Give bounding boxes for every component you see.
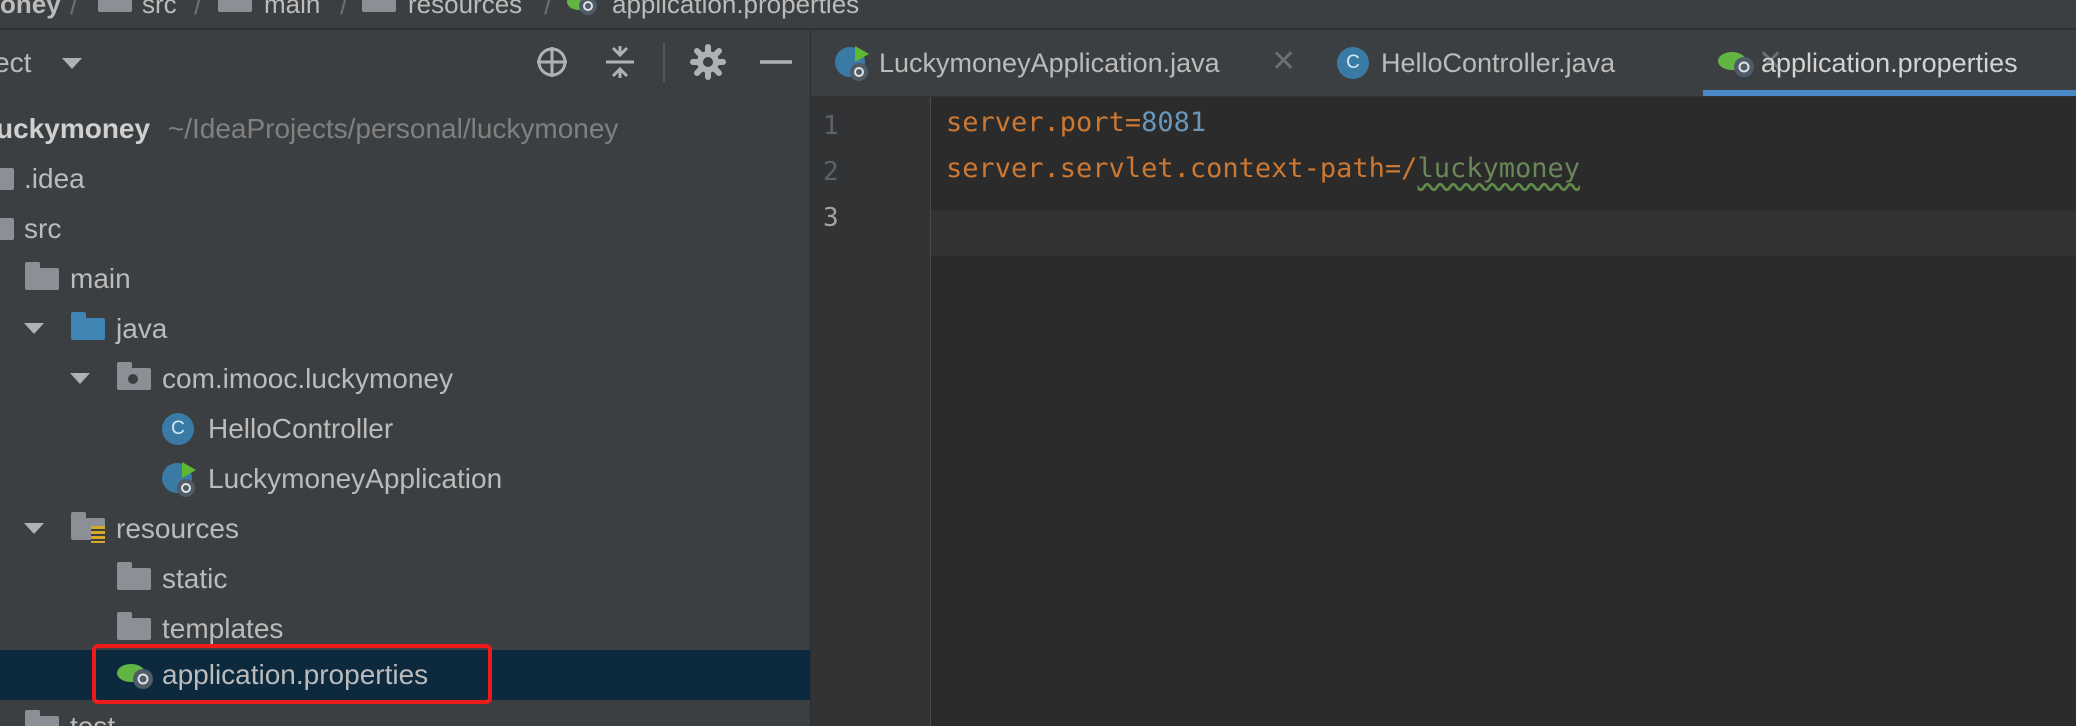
tab-application-properties[interactable]: application.properties xyxy=(1703,30,2076,96)
line-number: 1 xyxy=(823,111,839,141)
property-key: server.servlet.context-path xyxy=(946,153,1385,184)
editor-tab-bar: LuckymoneyApplication.java ✕ C HelloCont… xyxy=(811,30,2076,97)
line-number: 2 xyxy=(823,157,839,187)
tree-item-package[interactable]: com.imooc.luckymoney xyxy=(0,354,810,404)
resources-folder-icon xyxy=(362,0,396,12)
tree-item-idea[interactable]: .idea xyxy=(0,154,810,204)
folder-icon xyxy=(25,262,59,290)
breadcrumb-item-src[interactable]: src xyxy=(142,0,177,20)
collapse-all-icon[interactable] xyxy=(602,44,638,80)
property-key: server.port xyxy=(946,107,1125,138)
spring-boot-class-icon xyxy=(835,46,869,81)
class-icon: C xyxy=(162,413,194,445)
editor-area: LuckymoneyApplication.java ✕ C HelloCont… xyxy=(811,30,2076,726)
tree-item-static[interactable]: static xyxy=(0,554,810,604)
tree-item-main[interactable]: main xyxy=(0,254,810,304)
property-value-prefix: / xyxy=(1401,153,1418,184)
breadcrumb: oney / src / main / resources / applicat… xyxy=(0,0,2076,30)
tab-label: application.properties xyxy=(1761,48,2018,78)
property-value: luckymoney xyxy=(1417,153,1580,184)
tree-item-label: resources xyxy=(116,513,239,544)
current-line-highlight xyxy=(931,210,2076,256)
chevron-down-icon[interactable] xyxy=(62,58,82,69)
breadcrumb-item-project[interactable]: oney xyxy=(0,0,61,20)
project-path: ~/IdeaProjects/personal/luckymoney xyxy=(167,113,619,144)
active-tab-indicator xyxy=(1703,90,2076,96)
property-separator: = xyxy=(1124,107,1142,138)
tree-item-label: java xyxy=(116,313,168,344)
tree-item-label: uckymoney xyxy=(0,113,151,144)
breadcrumb-separator: / xyxy=(340,0,348,20)
class-icon: C xyxy=(1337,47,1369,79)
property-separator: = xyxy=(1384,153,1402,184)
code-line-1[interactable]: server.port=8081 xyxy=(946,107,1206,138)
tab-luckymoney-application[interactable]: LuckymoneyApplication.java ✕ xyxy=(811,30,1306,96)
source-folder-icon xyxy=(71,312,105,340)
folder-icon xyxy=(117,562,151,590)
gear-icon[interactable] xyxy=(690,44,726,80)
breadcrumb-item-file[interactable]: application.properties xyxy=(612,0,859,20)
tree-item-label: LuckymoneyApplication xyxy=(208,463,503,494)
tab-label: LuckymoneyApplication.java xyxy=(879,48,1220,78)
tree-item-luckymoney-application[interactable]: LuckymoneyApplication xyxy=(0,454,810,504)
package-icon xyxy=(117,362,151,390)
folder-icon xyxy=(0,218,14,240)
code-line-2[interactable]: server.servlet.context-path=/luckymoney xyxy=(946,153,1580,184)
tree-item-label: HelloController xyxy=(208,413,394,444)
tree-item-label: src xyxy=(24,213,62,244)
tree-item-label: .idea xyxy=(24,163,85,194)
tree-item-test[interactable]: test xyxy=(0,702,810,726)
close-icon[interactable]: ✕ xyxy=(1271,44,1296,79)
resources-folder-icon xyxy=(71,512,105,543)
project-tool-window: ect uckymoney xyxy=(0,30,811,726)
tree-item-src[interactable]: src xyxy=(0,204,810,254)
breadcrumb-separator: / xyxy=(70,0,78,20)
tab-label: HelloController.java xyxy=(1381,48,1616,78)
project-view-selector[interactable]: ect xyxy=(0,47,31,79)
minimize-icon[interactable] xyxy=(758,44,794,80)
breadcrumb-item-resources[interactable]: resources xyxy=(408,0,522,20)
chevron-down-icon[interactable] xyxy=(70,373,90,384)
tree-item-label: static xyxy=(162,563,228,594)
toolbar-divider xyxy=(663,42,665,82)
breadcrumb-item-main[interactable]: main xyxy=(264,0,320,20)
project-panel-header: ect xyxy=(0,30,810,94)
tree-item-label: main xyxy=(70,263,131,294)
spring-boot-icon xyxy=(567,0,597,15)
spring-boot-class-icon xyxy=(162,462,196,497)
spring-boot-icon xyxy=(1718,52,1754,77)
tree-item-label: com.imooc.luckymoney xyxy=(162,363,453,394)
folder-icon xyxy=(25,710,59,726)
breadcrumb-separator: / xyxy=(194,0,202,20)
tree-item-hello-controller[interactable]: C HelloController xyxy=(0,404,810,454)
folder-icon xyxy=(98,0,132,12)
crosshair-icon[interactable] xyxy=(534,44,570,80)
folder-icon xyxy=(0,168,14,190)
tree-item-project-root[interactable]: uckymoney ~/IdeaProjects/personal/luckym… xyxy=(0,104,810,154)
line-number-gutter: 1 2 3 xyxy=(811,97,931,726)
tree-item-label: test xyxy=(70,711,115,726)
folder-icon xyxy=(117,612,151,640)
chevron-down-icon[interactable] xyxy=(24,523,44,534)
folder-icon xyxy=(218,0,252,12)
red-highlight-annotation xyxy=(92,644,492,704)
chevron-down-icon[interactable] xyxy=(24,323,44,334)
property-value: 8081 xyxy=(1141,107,1207,138)
breadcrumb-separator: / xyxy=(544,0,552,20)
line-number: 3 xyxy=(823,203,839,233)
tree-item-label: templates xyxy=(162,613,284,644)
tree-item-java[interactable]: java xyxy=(0,304,810,354)
tree-item-resources[interactable]: resources xyxy=(0,504,810,554)
